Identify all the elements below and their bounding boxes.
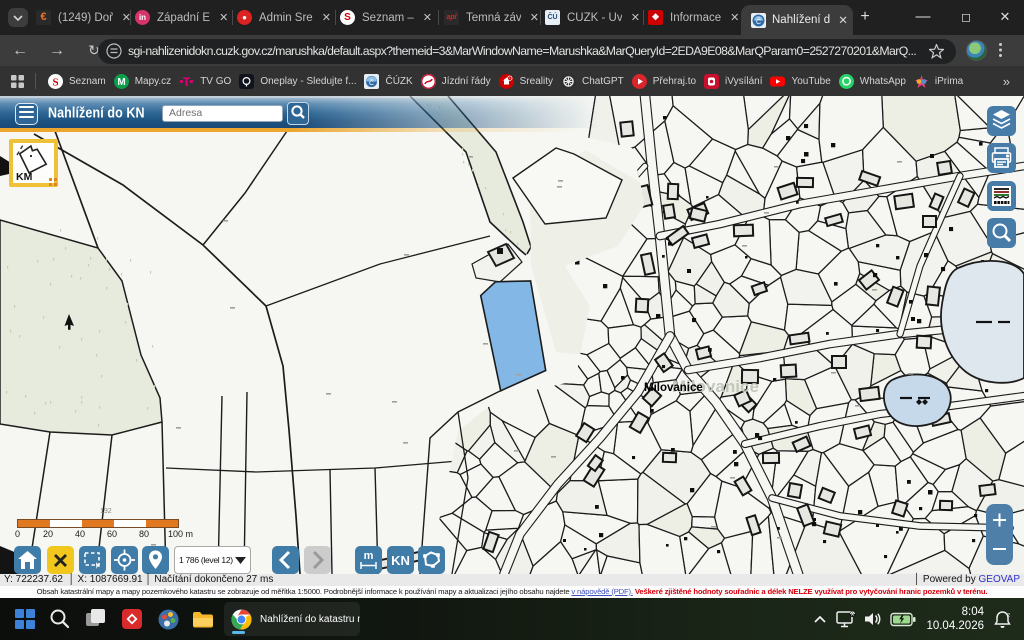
svg-text:Č: Č: [756, 17, 761, 26]
svg-text:m: m: [364, 550, 374, 562]
svg-text:M: M: [117, 77, 125, 88]
svg-text:KN: KN: [391, 553, 410, 568]
svg-text:Č: Č: [370, 78, 375, 87]
svg-text:T: T: [183, 75, 191, 89]
svg-text:S: S: [52, 76, 58, 88]
svg-text:z: z: [1007, 612, 1010, 619]
svg-text:+: +: [508, 76, 510, 80]
svg-text:Milovanice: Milovanice: [644, 382, 703, 394]
